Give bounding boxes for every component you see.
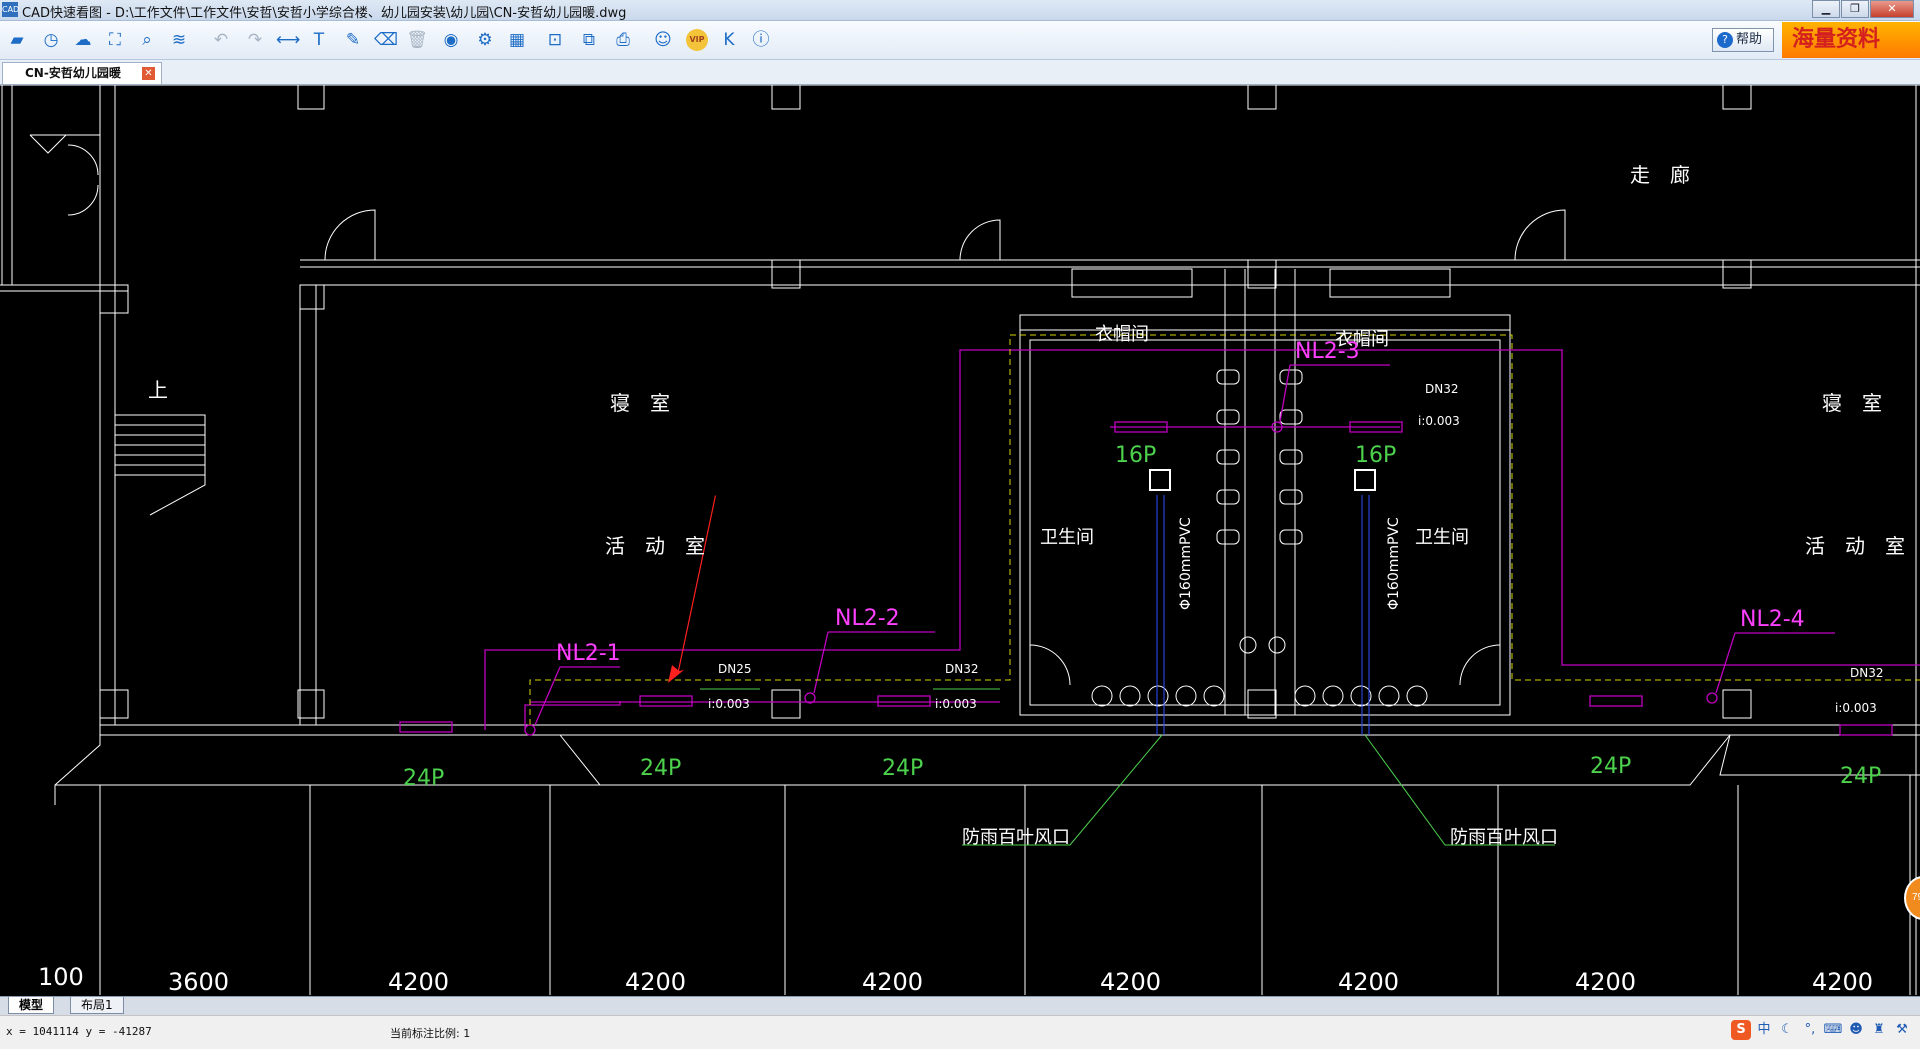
room-label: 走 廊 <box>1630 163 1690 187</box>
dn-label: DN32 <box>945 662 979 676</box>
radiator-label: 24P <box>640 756 681 781</box>
slope-label: i:0.003 <box>935 697 977 711</box>
shirt-icon[interactable]: ♜ <box>1869 1020 1889 1040</box>
user-icon[interactable]: ☺ <box>652 29 674 51</box>
help-icon: ? <box>1717 32 1733 48</box>
dn-label: DN32 <box>1425 382 1459 396</box>
annotation-scale: 当前标注比例: 1 <box>390 1027 471 1040</box>
layout-tab-bar: 模型 布局1 <box>0 996 1920 1015</box>
dimension-label: 4200 <box>862 968 923 995</box>
room-label: 衣帽间 <box>1095 324 1149 345</box>
duct-label: Φ160mmPVC <box>1386 517 1402 610</box>
dimension-label: 4200 <box>1812 968 1873 995</box>
user-tray-icon[interactable]: ☻ <box>1846 1020 1866 1040</box>
room-label: 活 动 室 <box>605 534 705 558</box>
tab-model[interactable]: 模型 <box>8 997 55 1014</box>
open-icon[interactable]: ▰ <box>6 29 28 51</box>
layers-icon[interactable]: ≋ <box>168 29 190 51</box>
room-label: 卫生间 <box>1040 527 1094 548</box>
cad-drawing-canvas[interactable]: 走 廊 寝 室 活 动 室 衣帽间 衣帽间 卫生间 卫生间 寝 室 活 动 室 … <box>0 85 1920 995</box>
slope-label: i:0.003 <box>1418 414 1460 428</box>
ad-banner[interactable]: 海量资料 <box>1782 22 1920 58</box>
find-icon[interactable]: ⌕ <box>136 29 158 51</box>
pipe-label: NL2-2 <box>835 606 900 631</box>
close-tab-icon[interactable]: ✕ <box>142 67 155 80</box>
room-label: 寝 室 <box>610 391 670 415</box>
document-tab[interactable]: CN-安哲幼儿园暖 ✕ <box>2 62 162 84</box>
convert-icon[interactable]: ⧉ <box>578 29 600 51</box>
keyboard-icon[interactable]: ⌨ <box>1823 1020 1843 1040</box>
restore-button[interactable]: ❐ <box>1841 0 1869 18</box>
dn-label: DN25 <box>718 662 752 676</box>
recent-icon[interactable]: ◷ <box>40 29 62 51</box>
room-label: 卫生间 <box>1415 527 1469 548</box>
radiator-label: 24P <box>403 766 444 791</box>
sogou-ime-icon[interactable]: S <box>1731 1020 1751 1040</box>
redo-icon[interactable]: ↷ <box>244 29 266 51</box>
k-icon[interactable]: K <box>718 29 740 51</box>
radiator-label: 24P <box>1590 754 1631 779</box>
document-tab-bar: CN-安哲幼儿园暖 ✕ <box>0 60 1920 85</box>
help-label: 帮助 <box>1736 32 1763 47</box>
app-logo-icon: CAD <box>2 2 19 17</box>
vip-icon[interactable]: VIP <box>686 29 708 51</box>
fan-label: 16P <box>1355 443 1396 468</box>
tab-layout1[interactable]: 布局1 <box>70 997 124 1014</box>
slope-label: i:0.003 <box>1835 701 1877 715</box>
pipe-label: NL2-4 <box>1740 607 1805 632</box>
duct-label: Φ160mmPVC <box>1178 517 1194 610</box>
help-button[interactable]: ? 帮助 <box>1712 28 1774 52</box>
info-icon[interactable]: ⓘ <box>750 29 772 51</box>
delete-icon[interactable]: 🗑 <box>406 29 428 51</box>
cloud-icon[interactable]: ☁ <box>72 29 94 51</box>
status-bar: x = 1041114 y = -41287 当前标注比例: 1 S 中 ☾ °… <box>0 1015 1920 1049</box>
dimension-label: 4200 <box>388 968 449 995</box>
dn-label: DN32 <box>1850 666 1884 680</box>
visibility-icon[interactable]: ◉ <box>440 29 462 51</box>
dimension-label: 4200 <box>1100 968 1161 995</box>
pipe-label: NL2-3 <box>1295 339 1360 364</box>
pipe-label: NL2-1 <box>556 641 621 666</box>
louver-label: 防雨百叶风口 <box>1450 827 1558 848</box>
measure-icon[interactable]: ⟷ <box>276 29 300 51</box>
print-icon[interactable]: ⎙ <box>612 29 634 51</box>
eraser-icon[interactable]: ⌫ <box>374 29 398 51</box>
table-icon[interactable]: ▦ <box>506 29 528 51</box>
room-label: 活 动 室 <box>1805 534 1905 558</box>
pen-icon[interactable]: ✎ <box>342 29 364 51</box>
window-controls: ▁ ❐ ✕ <box>1811 0 1914 18</box>
room-label: 寝 室 <box>1822 391 1882 415</box>
minimize-button[interactable]: ▁ <box>1812 0 1840 18</box>
fan-label: 16P <box>1115 443 1156 468</box>
settings-icon[interactable]: ⚙ <box>474 29 496 51</box>
document-tab-label: CN-安哲幼儿园暖 <box>25 66 121 80</box>
cursor-coordinates: x = 1041114 y = -41287 <box>6 1025 152 1038</box>
dimension-label: 4200 <box>1338 968 1399 995</box>
title-bar: CAD CAD快速看图 - D:\工作文件\工作文件\安哲\安哲小学综合楼、幼儿… <box>0 0 1920 21</box>
radiator-label: 24P <box>1840 764 1881 789</box>
stair-label: 上 <box>148 378 168 402</box>
system-tray: S 中 ☾ °, ⌨ ☻ ♜ ⚒ <box>1728 1020 1912 1040</box>
dimension-label: 100 <box>38 963 84 991</box>
text-icon[interactable]: T <box>308 29 330 51</box>
window-title: CAD快速看图 - D:\工作文件\工作文件\安哲\安哲小学综合楼、幼儿园安装\… <box>22 6 627 21</box>
punctuation-icon[interactable]: °, <box>1800 1020 1820 1040</box>
close-button[interactable]: ✕ <box>1870 0 1914 18</box>
wrench-icon[interactable]: ⚒ <box>1892 1020 1912 1040</box>
radiator-label: 24P <box>882 756 923 781</box>
zoom-extents-icon[interactable]: ⛶ <box>104 29 126 51</box>
louver-label: 防雨百叶风口 <box>962 827 1070 848</box>
preview-icon[interactable]: ⊡ <box>544 29 566 51</box>
slope-label: i:0.003 <box>708 697 750 711</box>
moon-icon[interactable]: ☾ <box>1777 1020 1797 1040</box>
dimension-label: 3600 <box>168 968 229 995</box>
undo-icon[interactable]: ↶ <box>210 29 232 51</box>
dimension-label: 4200 <box>1575 968 1636 995</box>
dimension-label: 4200 <box>625 968 686 995</box>
ime-mode-label[interactable]: 中 <box>1754 1020 1774 1040</box>
main-toolbar: ▰ ◷ ☁ ⛶ ⌕ ≋ ↶ ↷ ⟷ T ✎ ⌫ 🗑 ◉ ⚙ ▦ ⊡ ⧉ ⎙ ☺ … <box>0 21 1920 60</box>
